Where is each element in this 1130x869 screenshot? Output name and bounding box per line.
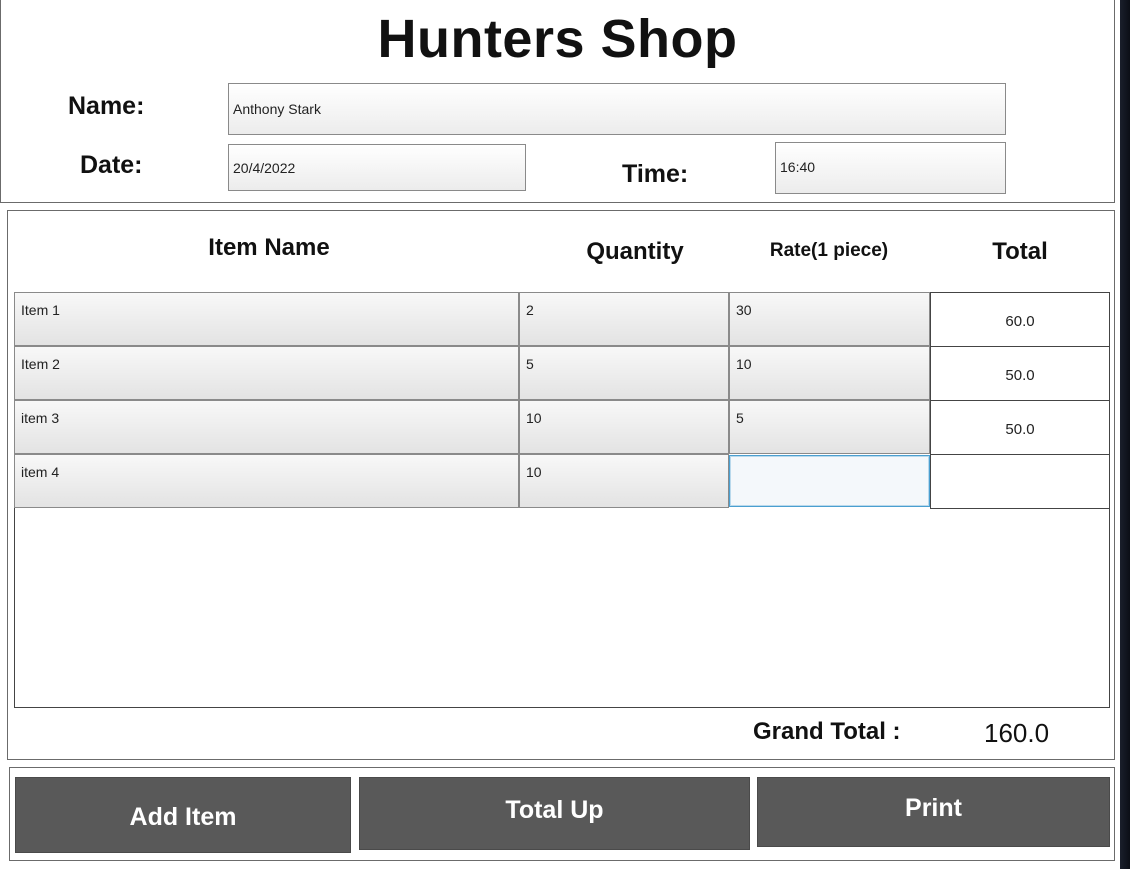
name-input[interactable] [228, 83, 1006, 135]
column-header-quantity: Quantity [586, 238, 684, 265]
total-cell: 50.0 [930, 346, 1110, 401]
grand-total-value: 160.0 [984, 718, 1050, 748]
item-name-cell[interactable]: item 4 [14, 454, 519, 508]
hunters-shop-window: Hunters Shop Name: Date: Time: Item Name… [0, 0, 1130, 869]
total-up-button[interactable]: Total Up [359, 777, 750, 850]
item-name-cell[interactable]: item 3 [14, 400, 519, 454]
quantity-cell[interactable]: 5 [519, 346, 729, 400]
add-item-button[interactable]: Add Item [15, 777, 351, 853]
column-header-total: Total [992, 238, 1048, 265]
total-cell: 60.0 [930, 292, 1110, 347]
column-header-rate: Rate(1 piece) [769, 240, 889, 261]
grand-total-label: Grand Total : [753, 718, 901, 745]
total-cell [930, 454, 1110, 509]
date-label: Date: [80, 151, 143, 179]
item-name-cell[interactable]: Item 1 [14, 292, 519, 346]
time-input[interactable] [775, 142, 1006, 194]
rate-cell[interactable]: 10 [729, 346, 930, 400]
time-label: Time: [622, 160, 689, 188]
shop-title: Hunters Shop [377, 9, 738, 69]
item-name-cell[interactable]: Item 2 [14, 346, 519, 400]
name-label: Name: [68, 92, 145, 120]
date-input[interactable] [228, 144, 526, 191]
total-cell: 50.0 [930, 400, 1110, 455]
rate-cell[interactable]: 5 [729, 400, 930, 454]
rate-cell-focused[interactable] [729, 455, 930, 507]
print-button[interactable]: Print [757, 777, 1110, 847]
window-edge [1120, 0, 1130, 869]
quantity-cell[interactable]: 10 [519, 454, 729, 508]
quantity-cell[interactable]: 2 [519, 292, 729, 346]
rate-cell[interactable]: 30 [729, 292, 930, 346]
column-header-item-name: Item Name [208, 234, 330, 261]
quantity-cell[interactable]: 10 [519, 400, 729, 454]
